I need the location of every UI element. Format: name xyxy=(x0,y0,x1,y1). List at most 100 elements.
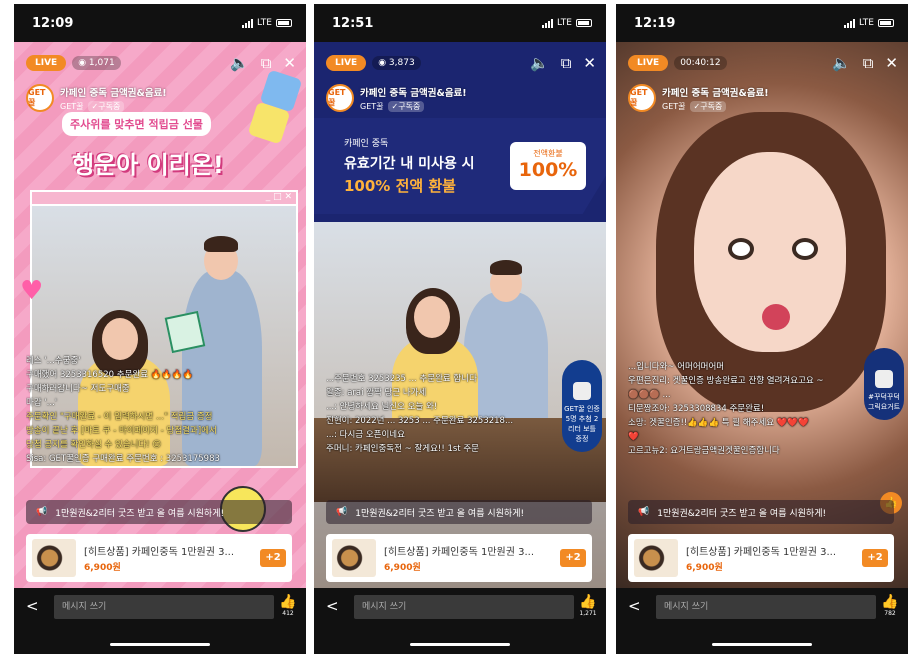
chat-message: ❤️ xyxy=(628,432,639,442)
chat-list: ...주문번호 3253235 ... 추문완료 합니다 알종: arai 깜짝… xyxy=(326,372,552,456)
chat-list: ...입니다와~ 어머어머어머 우편은진리: 겟꿀인증 방송완료고 잔향 열려겨… xyxy=(628,360,854,458)
channel-avatar[interactable]: GET꿀 xyxy=(326,84,354,112)
like-button[interactable]: 👍 1,271 xyxy=(576,594,600,617)
home-indicator[interactable] xyxy=(712,643,812,646)
coupon-label: 전액환불 xyxy=(533,149,563,158)
viewer-count: ◉ 1,071 xyxy=(72,56,121,70)
channel-name: GET꿀 xyxy=(662,101,686,111)
top-controls: LIVE ◉ 3,873 🔈 ⧉ ✕ xyxy=(326,54,596,72)
chat-message: 레스 '...수궁중' xyxy=(26,356,81,366)
viewer-count: ◉ 3,873 xyxy=(372,56,421,70)
signal-icon xyxy=(844,18,856,28)
live-screen-3: 12:19 LTE LIVE 00:40:12 🔈 ⧉ ✕ GET꿀 카페인 중… xyxy=(616,4,908,654)
speaker-icon[interactable]: 🔈 xyxy=(832,54,851,72)
promo-subtitle: 주사위를 맞추면 적립금 선물 xyxy=(62,112,211,136)
like-count: 412 xyxy=(282,610,294,617)
side-promo-text: GET꿀 인증 5명 추첨 2리터 보틀 증정 xyxy=(564,405,600,443)
megaphone-icon: 📢 xyxy=(336,507,348,517)
product-card[interactable]: [히트상품] 카페인중독 1만원권 3... 6,900원 +2 xyxy=(326,534,592,582)
signal-indicator: LTE xyxy=(542,18,592,28)
channel-info[interactable]: GET꿀 카페인 중독 금액권&음료! GET꿀 ✓구독중 xyxy=(628,84,769,112)
product-name: [히트상품] 카페인중독 1만원권 3... xyxy=(384,547,534,558)
chat-message: ...입니다와~ 어머어머어머 xyxy=(628,362,725,372)
side-promo-text: #꾸덕꾸덕 그릭요거트 xyxy=(867,393,901,411)
thumbs-up-icon: 👍 xyxy=(279,594,297,610)
close-icon[interactable]: ✕ xyxy=(583,54,596,72)
share-icon[interactable]: < xyxy=(326,597,339,615)
bottom-bar: < 메시지 쓰기 👍 1,271 xyxy=(314,588,606,654)
subscribed-badge[interactable]: ✓구독중 xyxy=(689,100,727,112)
product-card[interactable]: [히트상품] 카페인중독 1만원권 3... 6,900원 +2 xyxy=(628,534,894,582)
thumbs-up-icon: 👍 xyxy=(579,594,597,610)
chat-message: Sisa: GET꿀인증 구매완료 주문번호 : 3253175983 xyxy=(26,454,220,464)
megaphone-icon: 📢 xyxy=(36,507,48,517)
subscribed-badge[interactable]: ✓구독중 xyxy=(87,100,125,112)
close-icon[interactable]: ✕ xyxy=(283,54,296,72)
pip-icon[interactable]: ⧉ xyxy=(863,54,874,72)
side-promo-badge[interactable]: #꾸덕꾸덕 그릭요거트 xyxy=(864,348,904,420)
thumbs-up-icon: 👍 xyxy=(881,594,899,610)
host-female-head xyxy=(414,296,450,338)
chat-message: 구매하러갑니다~ 저도구매중 xyxy=(26,384,130,394)
battery-icon xyxy=(576,19,592,27)
live-badge: LIVE xyxy=(26,55,67,71)
chat-message: 우편은진리: 겟꿀인증 방송완료고 잔향 열려겨요고요 ~ xyxy=(628,376,824,386)
status-time: 12:19 xyxy=(634,15,676,31)
message-input[interactable]: 메시지 쓰기 xyxy=(656,595,876,619)
speaker-icon[interactable]: 🔈 xyxy=(530,54,549,72)
coupon-value: 100% xyxy=(518,159,578,181)
refund-coupon: 전액환불 100% xyxy=(510,142,586,190)
share-icon[interactable]: < xyxy=(26,597,39,615)
channel-title: 카페인 중독 금액권&음료! xyxy=(360,87,467,99)
channel-info[interactable]: GET꿀 카페인 중독 금액권&음료! GET꿀 ✓구독중 xyxy=(326,84,467,112)
share-icon[interactable]: < xyxy=(628,597,641,615)
like-button[interactable]: 👍 782 xyxy=(878,594,902,617)
channel-name: GET꿀 xyxy=(60,101,84,111)
host-eye xyxy=(728,238,754,260)
video-stage[interactable]: LIVE ◉ 1,071 🔈 ⧉ ✕ GET꿀 카페인 중독 금액권&음료! G… xyxy=(14,42,306,588)
channel-avatar[interactable]: GET꿀 xyxy=(26,84,54,112)
battery-icon xyxy=(276,19,292,27)
side-promo-badge[interactable]: GET꿀 인증 5명 추첨 2리터 보틀 증정 xyxy=(562,360,602,452)
chat-system-message: 방송이 끝난 후 [마토 쿠 - 마이페이지 - 당첨결과]에서 xyxy=(26,426,217,436)
video-stage[interactable]: LIVE ◉ 3,873 🔈 ⧉ ✕ GET꿀 카페인 중독 금액권&음료! G… xyxy=(314,42,606,588)
refund-banner: 카페인 중독 유효기간 내 미사용 시 100% 전액 환불 전액환불 100% xyxy=(314,118,606,214)
home-indicator[interactable] xyxy=(110,643,210,646)
status-bar: 12:09 LTE xyxy=(14,4,306,42)
like-button[interactable]: 👍 412 xyxy=(276,594,300,617)
channel-avatar[interactable]: GET꿀 xyxy=(628,84,656,112)
product-card[interactable]: [히트상품] 카페인중독 1만원권 3... 6,900원 +2 xyxy=(26,534,292,582)
chat-message: 고르고뉴2: 요거트랑금액권겟꿀인증합니다 xyxy=(628,446,780,456)
notice-banner[interactable]: 📢 1만원권&2리터 굿즈 받고 올 여름 시원하게! xyxy=(326,500,592,524)
pip-icon[interactable]: ⧉ xyxy=(261,54,272,72)
pip-icon[interactable]: ⧉ xyxy=(561,54,572,72)
more-products-button[interactable]: +2 xyxy=(862,549,888,567)
window-controls: _ □ ✕ xyxy=(32,192,296,206)
chat-message: 소망: 겟꿀인증!!👍👍👍 특 필 해주세요 ❤️❤️❤️ xyxy=(628,418,809,428)
status-time: 12:09 xyxy=(32,15,74,31)
more-products-button[interactable]: +2 xyxy=(560,549,586,567)
notice-banner[interactable]: 📢 1만원권&2리터 굿즈 받고 올 여름 시원하게! xyxy=(628,500,894,524)
status-bar: 12:51 LTE xyxy=(314,4,606,42)
live-screen-1: 12:09 LTE LIVE ◉ 1,071 🔈 ⧉ ✕ GET꿀 카페인 중독… xyxy=(14,4,306,654)
product-name: [히트상품] 카페인중독 1만원권 3... xyxy=(84,547,234,558)
studio-scene xyxy=(314,222,606,502)
product-thumbnail xyxy=(634,539,678,577)
video-stage[interactable]: LIVE 00:40:12 🔈 ⧉ ✕ GET꿀 카페인 중독 금액권&음료! … xyxy=(616,42,908,588)
top-controls: LIVE 00:40:12 🔈 ⧉ ✕ xyxy=(628,54,898,72)
more-products-button[interactable]: +2 xyxy=(260,549,286,567)
live-screen-2: 12:51 LTE LIVE ◉ 3,873 🔈 ⧉ ✕ GET꿀 카페인 중독… xyxy=(314,4,606,654)
subscribed-badge[interactable]: ✓구독중 xyxy=(387,100,425,112)
promo-title: 행운아 이리온! xyxy=(72,151,224,179)
channel-name: GET꿀 xyxy=(360,101,384,111)
channel-info[interactable]: GET꿀 카페인 중독 금액권&음료! GET꿀 ✓구독중 xyxy=(26,84,167,112)
message-input[interactable]: 메시지 쓰기 xyxy=(354,595,574,619)
viewer-count-value: 3,873 xyxy=(388,58,415,68)
close-icon[interactable]: ✕ xyxy=(885,54,898,72)
speaker-icon[interactable]: 🔈 xyxy=(230,54,249,72)
notice-banner[interactable]: 📢 1만원권&2리터 굿즈 받고 올 여름 시원하게! xyxy=(26,500,292,524)
message-input[interactable]: 메시지 쓰기 xyxy=(54,595,274,619)
chat-message: 구매했어 3253316520 추문완료 🔥🔥🔥🔥 xyxy=(26,370,194,380)
notice-text: 1만원권&2리터 굿즈 받고 올 여름 시원하게! xyxy=(355,508,525,519)
home-indicator[interactable] xyxy=(410,643,510,646)
